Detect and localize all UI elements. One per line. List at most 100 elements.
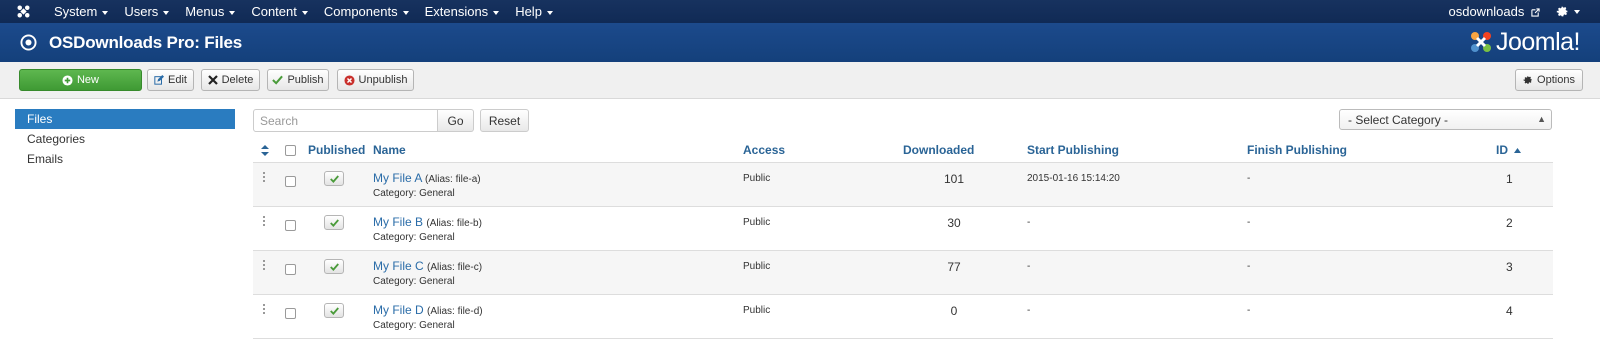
reset-button[interactable]: Reset (480, 109, 529, 132)
downloaded-cell: 30 (947, 216, 961, 230)
files-table: Published Name Access Downloaded Start P… (253, 138, 1553, 339)
file-name-cell: My File A (Alias: file-a) (373, 171, 481, 185)
edit-button-label: Edit (168, 74, 187, 86)
published-toggle[interactable] (324, 171, 344, 186)
start-publishing-cell: - (1027, 261, 1031, 272)
access-cell: Public (743, 261, 771, 272)
file-name-link[interactable]: My File C (373, 259, 424, 273)
row-checkbox[interactable] (285, 220, 296, 231)
joomla-brand-icon (1470, 32, 1491, 52)
finish-publishing-cell: - (1247, 173, 1251, 184)
menu-system[interactable]: System (46, 0, 116, 23)
unpublish-x-circle-icon (343, 74, 355, 86)
sort-ordering-icon[interactable] (261, 145, 269, 156)
id-cell: 3 (1506, 260, 1513, 274)
menu-label: Extensions (424, 4, 489, 19)
access-cell: Public (743, 305, 771, 316)
menu-content[interactable]: Content (243, 0, 316, 23)
menu-menus[interactable]: Menus (177, 0, 243, 23)
start-publishing-cell: 2015-01-16 15:14:20 (1027, 173, 1120, 184)
row-checkbox[interactable] (285, 308, 296, 319)
table-row: My File B (Alias: file-b) Category: Gene… (253, 207, 1553, 251)
caret-down-icon (546, 10, 553, 15)
table-row: My File A (Alias: file-a) Category: Gene… (253, 163, 1553, 207)
delete-button-label: Delete (221, 74, 254, 86)
column-name[interactable]: Name (373, 138, 406, 163)
joomla-logo-icon[interactable] (0, 0, 46, 23)
published-toggle[interactable] (324, 215, 344, 230)
category-select[interactable]: - Select Category - ▲ (1339, 109, 1552, 130)
brand-text: Joomla! (1495, 27, 1581, 56)
menu-label: System (54, 4, 98, 19)
unpublish-button[interactable]: Unpublish (337, 69, 414, 91)
column-downloaded[interactable]: Downloaded (903, 138, 974, 163)
user-settings-menu[interactable] (1550, 5, 1600, 18)
go-button[interactable]: Go (438, 109, 474, 132)
edit-icon (154, 75, 165, 85)
column-access[interactable]: Access (743, 138, 785, 163)
site-link-label: osdownloads (1448, 4, 1525, 19)
file-name-link[interactable]: My File D (373, 303, 424, 317)
drag-handle-icon[interactable] (263, 216, 266, 228)
caret-down-icon (1574, 9, 1580, 14)
menu-label: Users (124, 4, 159, 19)
publish-button[interactable]: Publish (267, 69, 329, 91)
file-name-link[interactable]: My File B (373, 215, 423, 229)
sidebar-item-categories[interactable]: Categories (15, 129, 235, 149)
unpublish-button-label: Unpublish (358, 74, 408, 86)
site-link[interactable]: osdownloads (1438, 4, 1550, 19)
top-navbar: System Users Menus Content Components Ex… (0, 0, 1600, 23)
caret-down-icon (493, 10, 500, 15)
file-category: Category: General (373, 320, 455, 331)
column-finish-publishing[interactable]: Finish Publishing (1247, 138, 1347, 163)
access-cell: Public (743, 173, 771, 184)
file-name-link[interactable]: My File A (373, 171, 422, 185)
start-publishing-cell: - (1027, 217, 1031, 228)
file-category: Category: General (373, 188, 455, 199)
check-icon (329, 306, 339, 315)
table-row: My File D (Alias: file-d) Category: Gene… (253, 295, 1553, 339)
finish-publishing-cell: - (1247, 217, 1251, 228)
table-header: Published Name Access Downloaded Start P… (253, 138, 1553, 163)
file-alias: (Alias: file-b) (426, 218, 482, 229)
finish-publishing-cell: - (1247, 261, 1251, 272)
id-cell: 2 (1506, 216, 1513, 230)
row-checkbox[interactable] (285, 176, 296, 187)
options-button-label: Options (1537, 74, 1575, 86)
caret-down-icon (229, 10, 236, 15)
published-toggle[interactable] (324, 259, 344, 274)
file-alias: (Alias: file-d) (427, 306, 483, 317)
column-id[interactable]: ID (1496, 138, 1522, 163)
menu-components[interactable]: Components (316, 0, 417, 23)
menu-label: Help (515, 4, 542, 19)
column-id-label: ID (1496, 143, 1508, 157)
drag-handle-icon[interactable] (263, 260, 266, 272)
select-arrows-icon: ▲ (1537, 114, 1546, 124)
caret-down-icon (102, 10, 109, 15)
check-icon (329, 262, 339, 271)
select-all-checkbox[interactable] (285, 145, 296, 156)
menu-users[interactable]: Users (116, 0, 177, 23)
page-header: OSDownloads Pro: Files Joomla! (0, 23, 1600, 62)
category-select-value: - Select Category - (1348, 112, 1449, 127)
edit-button[interactable]: Edit (147, 69, 194, 91)
published-toggle[interactable] (324, 303, 344, 318)
caret-down-icon (301, 10, 308, 15)
menu-help[interactable]: Help (507, 0, 561, 23)
row-checkbox[interactable] (285, 264, 296, 275)
column-published[interactable]: Published (308, 138, 365, 163)
downloaded-cell: 0 (950, 304, 958, 318)
menu-label: Components (323, 4, 398, 19)
sidebar-item-emails[interactable]: Emails (15, 149, 235, 169)
column-start-publishing[interactable]: Start Publishing (1027, 138, 1119, 163)
file-name-cell: My File C (Alias: file-c) (373, 259, 482, 273)
drag-handle-icon[interactable] (263, 172, 266, 184)
search-input[interactable] (253, 109, 438, 132)
new-button[interactable]: New (19, 69, 142, 91)
check-icon (272, 75, 284, 85)
delete-button[interactable]: Delete (201, 69, 260, 91)
sidebar-item-files[interactable]: Files (15, 109, 235, 129)
drag-handle-icon[interactable] (263, 304, 266, 316)
menu-extensions[interactable]: Extensions (417, 0, 508, 23)
options-button[interactable]: Options (1515, 69, 1583, 91)
